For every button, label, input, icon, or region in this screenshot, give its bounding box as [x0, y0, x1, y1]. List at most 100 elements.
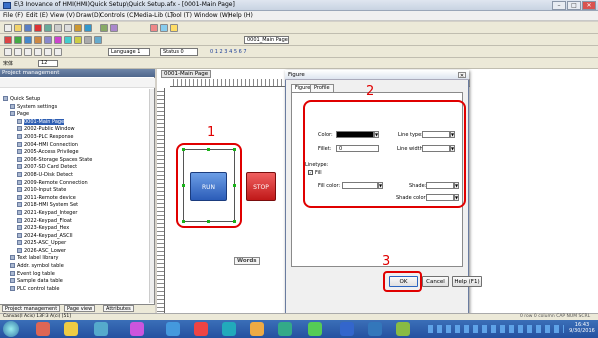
cancel-button[interactable]: Cancel	[422, 276, 449, 287]
redo-icon[interactable]	[84, 24, 92, 32]
line-icon[interactable]	[14, 48, 22, 56]
word-icon[interactable]	[340, 322, 354, 336]
align-icon[interactable]	[4, 48, 12, 56]
stop-button[interactable]: STOP	[246, 172, 276, 201]
tree-item[interactable]: 2006-Storage Spaces State	[3, 156, 148, 165]
menu-window[interactable]: Window (W)	[194, 12, 230, 19]
tree-item[interactable]: 2026-ASC_Lower	[3, 247, 148, 256]
undo-icon[interactable]	[74, 24, 82, 32]
lamp-tool-icon[interactable]	[14, 36, 22, 44]
graph-tool-icon[interactable]	[54, 36, 62, 44]
tab-project-management[interactable]: Project management	[2, 305, 61, 312]
minimize-button[interactable]: –	[552, 1, 566, 10]
tree-item[interactable]: 2022-Keypad_Float	[3, 217, 148, 226]
polygon-icon[interactable]	[44, 48, 52, 56]
rectangle-icon[interactable]	[24, 48, 32, 56]
doc-tab-main-page[interactable]: 0001-Main Page	[161, 70, 211, 78]
tree-item[interactable]: PLC control table	[3, 285, 148, 294]
copy-icon[interactable]	[54, 24, 62, 32]
menu-media-lib[interactable]: Media-Lib (L)	[134, 12, 173, 19]
arc-icon[interactable]	[54, 48, 62, 56]
cut-icon[interactable]	[44, 24, 52, 32]
tree-item[interactable]: 2007-SD Card Detect	[3, 164, 148, 172]
settings-icon[interactable]	[170, 24, 178, 32]
start-icon[interactable]	[3, 321, 19, 337]
dialog-close-icon[interactable]: ✕	[458, 72, 466, 79]
media-player-icon[interactable]	[36, 322, 50, 336]
close-window-button[interactable]: ✕	[582, 1, 596, 10]
button-tool-icon[interactable]	[4, 36, 12, 44]
status-number-row[interactable]: 0 1 2 3 4 5 6 7	[210, 49, 247, 55]
status-select[interactable]: Status 0	[160, 48, 198, 56]
tree-item[interactable]: 2003-PLC Response	[3, 133, 148, 142]
tab-profile[interactable]: Profile	[310, 84, 334, 92]
tree-item[interactable]: 2004-HMI Connection	[3, 141, 148, 150]
inoprosho-icon[interactable]	[368, 322, 382, 336]
tree-item[interactable]: Event log table	[3, 270, 148, 279]
paint-icon[interactable]	[130, 322, 144, 336]
tree-item[interactable]: 2008-U-Disk Detect	[3, 171, 148, 180]
page-select[interactable]: 0001_Main Page	[244, 36, 289, 44]
tree-item[interactable]: 2011-Remote device	[3, 194, 148, 203]
alarm-tool-icon[interactable]	[64, 36, 72, 44]
tree-item[interactable]: Text label library	[3, 255, 148, 263]
tree-item[interactable]: Addr. symbol table	[3, 263, 148, 271]
tab-page-view[interactable]: Page view	[64, 305, 96, 312]
tray-icons[interactable]	[428, 325, 564, 333]
paste-icon[interactable]	[64, 24, 72, 32]
new-file-icon[interactable]	[4, 24, 12, 32]
explorer-icon[interactable]	[64, 322, 78, 336]
tree-item[interactable]: 2025-ASC_Upper	[3, 240, 148, 248]
ellipse-icon[interactable]	[34, 48, 42, 56]
app-icon-2[interactable]	[278, 322, 292, 336]
tree-item[interactable]: 2002-Public Window	[3, 126, 148, 134]
folder-icon[interactable]	[250, 322, 264, 336]
compile-icon[interactable]	[100, 24, 108, 32]
tree-item[interactable]: Sample data table	[3, 278, 148, 286]
hmi-editor-icon[interactable]	[396, 322, 410, 336]
maximize-button[interactable]: □	[567, 1, 581, 10]
text-tool-icon[interactable]	[44, 36, 52, 44]
font-size-input[interactable]: 12	[38, 60, 58, 67]
skype-icon[interactable]	[222, 322, 236, 336]
browser-icon[interactable]	[94, 322, 108, 336]
picture-tool-icon[interactable]	[94, 36, 102, 44]
tree-item[interactable]: 2021-Keypad_Integer	[3, 209, 148, 218]
tree-item[interactable]: Quick Setup	[3, 96, 148, 104]
pdf-icon[interactable]	[194, 322, 208, 336]
menu-edit[interactable]: Edit (E)	[26, 12, 48, 19]
table-tool-icon[interactable]	[84, 36, 92, 44]
simulate-icon[interactable]	[150, 24, 158, 32]
tree-item[interactable]: 2024-Keypad_ASCII	[3, 232, 148, 241]
open-folder-icon[interactable]	[14, 24, 22, 32]
tree-item[interactable]: 2018-HMI System Set	[3, 202, 148, 210]
tree-item[interactable]: 2009-Remote Connection	[3, 179, 148, 188]
menu-controls[interactable]: Controls (C)	[100, 12, 136, 19]
menu-tool[interactable]: Tool (T)	[170, 12, 192, 19]
upload-icon[interactable]	[160, 24, 168, 32]
tree-item-label: 2024-Keypad_ASCII	[24, 232, 73, 239]
menu-view[interactable]: View (V)	[50, 12, 75, 19]
excel-icon[interactable]	[308, 322, 322, 336]
menu-help[interactable]: Help (H)	[228, 12, 253, 19]
switch-tool-icon[interactable]	[24, 36, 32, 44]
tab-attributes[interactable]: Attributes	[103, 305, 134, 312]
delete-icon[interactable]	[34, 24, 42, 32]
help-button[interactable]: Help (F1)	[452, 276, 482, 287]
numeric-tool-icon[interactable]	[34, 36, 42, 44]
menu-file[interactable]: File (F)	[3, 12, 23, 19]
trend-tool-icon[interactable]	[74, 36, 82, 44]
tree-item[interactable]: Page	[3, 111, 148, 119]
menu-draw[interactable]: Draw(D)	[76, 12, 101, 19]
word-label[interactable]: Words	[234, 257, 260, 265]
tree-item[interactable]: 2005-Access Privilege	[3, 149, 148, 157]
chrome-icon[interactable]	[166, 322, 180, 336]
tree-item[interactable]: System settings	[3, 103, 148, 112]
tree-item[interactable]: 0001-Main Page	[3, 118, 148, 127]
save-icon[interactable]	[24, 24, 32, 32]
tree-item[interactable]: 2010-Input State	[3, 187, 148, 195]
language-select[interactable]: Language 1	[108, 48, 150, 56]
tree-item[interactable]: 2023-Keypad_Hex	[3, 225, 148, 233]
project-tree-scrollbar[interactable]	[149, 89, 154, 303]
download-icon[interactable]	[110, 24, 118, 32]
